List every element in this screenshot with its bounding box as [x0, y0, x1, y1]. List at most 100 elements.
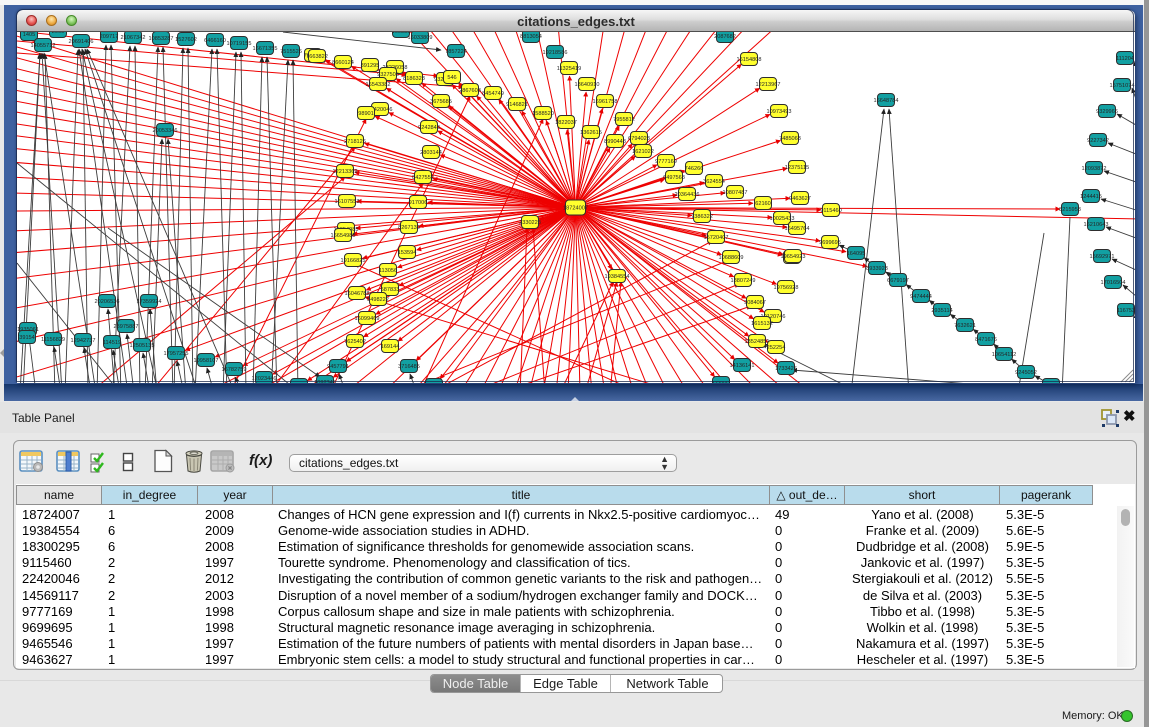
svg-text:116753: 116753 [1117, 308, 1135, 314]
svg-text:9146821: 9146821 [506, 102, 528, 108]
svg-text:17359924: 17359924 [137, 299, 162, 305]
svg-text:12375115: 12375115 [785, 165, 809, 171]
svg-text:7625402: 7625402 [344, 339, 366, 345]
svg-text:39154: 39154 [19, 335, 35, 341]
svg-text:8454749: 8454749 [482, 91, 504, 97]
svg-text:20053346: 20053346 [153, 128, 178, 134]
svg-text:10807487: 10807487 [723, 190, 748, 196]
svg-text:8933923: 8933923 [866, 266, 888, 272]
svg-text:9777169: 9777169 [655, 159, 677, 165]
svg-text:11156829: 11156829 [41, 337, 65, 343]
svg-text:7857224: 7857224 [445, 49, 467, 55]
svg-text:8427552: 8427552 [412, 175, 434, 181]
svg-text:12213369: 12213369 [333, 169, 358, 175]
svg-text:1527602: 1527602 [175, 37, 197, 43]
svg-text:1092346: 1092346 [314, 380, 336, 383]
svg-text:16961758: 16961758 [593, 99, 618, 105]
svg-text:19166825: 19166825 [341, 258, 366, 264]
svg-text:12093872: 12093872 [1082, 166, 1107, 172]
svg-text:114519: 114519 [103, 340, 121, 346]
svg-text:17016504: 17016504 [1101, 280, 1126, 286]
svg-text:5498222: 5498222 [367, 297, 389, 303]
svg-text:113056: 113056 [379, 268, 397, 274]
svg-text:62160: 62160 [755, 201, 771, 207]
svg-text:16543382: 16543382 [366, 82, 391, 88]
svg-text:16654985: 16654985 [331, 233, 356, 239]
svg-text:16107553: 16107553 [335, 199, 360, 205]
svg-text:2867608: 2867608 [459, 88, 481, 94]
svg-text:98901: 98901 [358, 111, 374, 117]
svg-text:169144: 169144 [381, 344, 400, 350]
svg-text:14136141: 14136141 [730, 363, 755, 369]
svg-text:16046788: 16046788 [345, 291, 370, 297]
svg-text:10688609: 10688609 [719, 255, 744, 261]
svg-text:1621022: 1621022 [632, 149, 654, 155]
svg-text:6794028: 6794028 [628, 136, 650, 142]
svg-text:9245052: 9245052 [1015, 370, 1037, 376]
svg-text:12023446: 12023446 [252, 376, 277, 382]
svg-text:8813054: 8813054 [520, 34, 542, 40]
svg-text:18807249: 18807249 [731, 278, 756, 284]
svg-text:12942737: 12942737 [71, 338, 96, 344]
svg-text:209717: 209717 [100, 34, 119, 40]
svg-text:917006: 917006 [409, 200, 428, 206]
svg-text:15720407: 15720407 [704, 235, 729, 241]
svg-text:8471676: 8471676 [975, 337, 997, 343]
svg-text:173342: 173342 [712, 381, 731, 383]
svg-text:12213967: 12213967 [756, 82, 781, 88]
svg-text:16099469: 16099469 [355, 316, 380, 322]
svg-text:16782759: 16782759 [222, 367, 247, 373]
svg-text:7485063: 7485063 [779, 136, 801, 142]
svg-text:8990448: 8990448 [604, 139, 626, 145]
svg-text:7663822: 7663822 [306, 54, 328, 60]
svg-text:10853287: 10853287 [149, 36, 174, 42]
svg-text:3716485: 3716485 [398, 364, 420, 370]
svg-text:9115460: 9115460 [820, 208, 841, 214]
svg-text:6497568: 6497568 [663, 175, 685, 181]
svg-text:17957255: 17957255 [164, 351, 189, 357]
svg-text:15751074: 15751074 [1110, 83, 1135, 89]
svg-text:8267130: 8267130 [398, 225, 420, 231]
svg-text:10958107: 10958107 [194, 358, 219, 364]
svg-text:1733426: 1733426 [775, 366, 797, 372]
svg-text:1405: 1405 [23, 32, 35, 38]
svg-text:891295: 891295 [361, 63, 380, 69]
svg-text:20691406: 20691406 [69, 39, 94, 45]
svg-text:3624554: 3624554 [703, 179, 725, 185]
svg-text:9457791: 9457791 [327, 364, 349, 370]
svg-text:19384554: 19384554 [605, 274, 630, 280]
svg-text:746266: 746266 [685, 166, 704, 172]
svg-text:16154808: 16154808 [737, 57, 762, 63]
svg-text:12505135: 12505135 [130, 343, 155, 349]
svg-text:10719155: 10719155 [227, 41, 252, 47]
svg-text:160338: 160338 [392, 32, 411, 35]
svg-text:252254: 252254 [767, 345, 786, 351]
svg-text:8215958: 8215958 [1059, 207, 1081, 213]
svg-text:7955812: 7955812 [613, 117, 635, 123]
svg-text:18640910: 18640910 [575, 82, 600, 88]
svg-text:9084067: 9084067 [744, 300, 766, 306]
svg-text:11325419: 11325419 [557, 66, 581, 72]
svg-text:153594: 153594 [398, 250, 417, 256]
svg-text:9227342: 9227342 [1087, 138, 1109, 144]
svg-text:20206536: 20206536 [95, 299, 120, 305]
svg-text:10973493: 10973493 [767, 109, 792, 115]
svg-text:546: 546 [447, 75, 456, 81]
svg-text:20364436: 20364436 [675, 192, 700, 198]
svg-text:18724007: 18724007 [563, 206, 588, 212]
svg-text:1615132: 1615132 [751, 321, 773, 327]
svg-text:3675685: 3675685 [430, 99, 452, 105]
svg-text:16648784: 16648784 [874, 98, 899, 104]
svg-text:16210643: 16210643 [1084, 222, 1109, 228]
svg-text:1822037: 1822037 [555, 120, 577, 126]
svg-text:2803144: 2803144 [420, 150, 442, 156]
svg-text:2069: 2069 [52, 32, 64, 35]
svg-text:9242848: 9242848 [418, 125, 440, 131]
svg-text:8660124: 8660124 [332, 60, 354, 66]
svg-text:16671355: 16671355 [253, 46, 278, 52]
svg-text:2087682: 2087682 [714, 34, 736, 40]
svg-text:1244415: 1244415 [1080, 194, 1102, 200]
svg-text:16495764: 16495764 [785, 226, 810, 232]
svg-text:9699695: 9699695 [819, 240, 841, 246]
svg-text:111204: 111204 [1116, 56, 1134, 62]
